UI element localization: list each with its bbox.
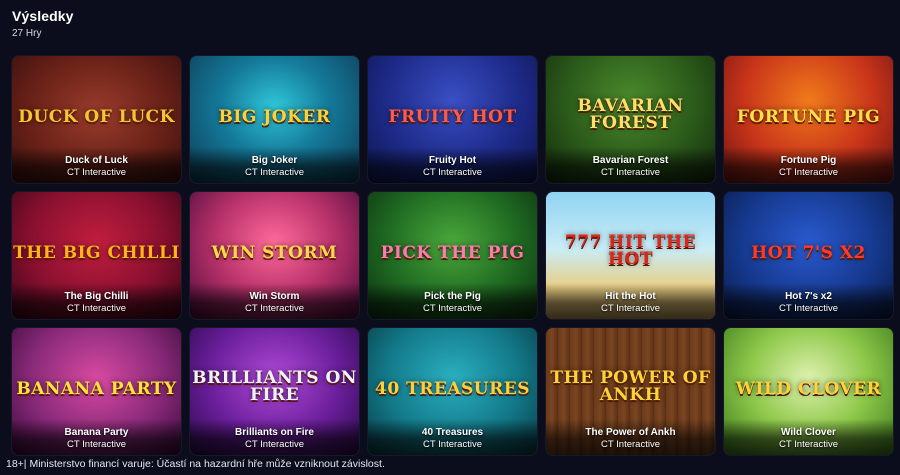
game-provider: CT Interactive <box>423 439 482 450</box>
game-provider: CT Interactive <box>67 167 126 178</box>
game-provider: CT Interactive <box>779 167 838 178</box>
game-provider: CT Interactive <box>245 303 304 314</box>
game-card[interactable]: THE POWER OF ANKH The Power of Ankh CT Int… <box>546 328 715 455</box>
game-provider: CT Interactive <box>245 439 304 450</box>
game-card[interactable]: WILD CLOVER Wild Clover CT Interactive <box>724 328 893 455</box>
game-title: Big Joker <box>251 155 298 166</box>
game-card[interactable]: THE BIG CHILLI The Big Chilli CT Interacti… <box>12 192 181 319</box>
game-card[interactable]: Bavarian Forest Bavarian Forest CT Interac… <box>546 56 715 183</box>
game-info: Fortune Pig CT Interactive <box>724 147 893 183</box>
game-title: Hit the Hot <box>605 291 656 302</box>
game-info: Bavarian Forest CT Interactive <box>546 147 715 183</box>
game-logo: BANANA PARTY <box>16 378 177 399</box>
game-card[interactable]: FORTUNE PIG Fortune Pig CT Interactive <box>724 56 893 183</box>
game-info: Wild Clover CT Interactive <box>724 419 893 455</box>
game-info: The Power of Ankh CT Interactive <box>546 419 715 455</box>
game-title: Win Storm <box>249 291 300 302</box>
game-title: Fortune Pig <box>780 155 837 166</box>
game-title: Bavarian Forest <box>592 155 669 166</box>
game-provider: CT Interactive <box>423 167 482 178</box>
gambling-warning: 18+| Ministerstvo financí varuje: Účastí… <box>6 458 385 470</box>
game-title: Pick the Pig <box>424 291 481 302</box>
game-card[interactable]: BIG JOKER Big Joker CT Interactive <box>190 56 359 183</box>
game-card[interactable]: FRUITY HOT Fruity Hot CT Interactive <box>368 56 537 183</box>
game-logo: 40 TREASURES <box>375 378 530 399</box>
game-logo: FRUITY HOT <box>388 106 517 127</box>
game-info: 40 Treasures CT Interactive <box>368 419 537 455</box>
game-logo: WIN STORM <box>211 242 338 263</box>
game-title: Wild Clover <box>781 427 836 438</box>
game-title: Fruity Hot <box>428 155 477 166</box>
game-info: Pick the Pig CT Interactive <box>368 283 537 319</box>
game-provider: CT Interactive <box>779 439 838 450</box>
game-logo: DUCK OF LUCK <box>18 106 175 127</box>
game-card[interactable]: BANANA PARTY Banana Party CT Interactive <box>12 328 181 455</box>
game-logo: THE POWER OF ANKH <box>550 367 711 406</box>
game-provider: CT Interactive <box>601 167 660 178</box>
game-info: Duck of Luck CT Interactive <box>12 147 181 183</box>
game-logo: HOT 7's x2 <box>751 242 866 263</box>
game-card[interactable]: 40 TREASURES 40 Treasures CT Interactive <box>368 328 537 455</box>
game-grid: DUCK OF LUCK Duck of Luck CT Interactive BI… <box>12 56 893 455</box>
game-provider: CT Interactive <box>601 439 660 450</box>
game-info: Fruity Hot CT Interactive <box>368 147 537 183</box>
game-info: Win Storm CT Interactive <box>190 283 359 319</box>
game-provider: CT Interactive <box>67 303 126 314</box>
game-provider: CT Interactive <box>245 167 304 178</box>
game-title: Duck of Luck <box>65 155 128 166</box>
game-title: Hot 7's x2 <box>785 291 832 302</box>
game-info: Hit the Hot CT Interactive <box>546 283 715 319</box>
game-logo: WILD CLOVER <box>735 378 882 399</box>
page-title: Výsledky <box>12 8 74 24</box>
game-title: 40 Treasures <box>421 427 484 438</box>
game-title: Brilliants on Fire <box>235 427 314 438</box>
game-info: The Big Chilli CT Interactive <box>12 283 181 319</box>
game-card[interactable]: DUCK OF LUCK Duck of Luck CT Interactive <box>12 56 181 183</box>
results-count: 27 Hry <box>12 28 42 39</box>
game-logo: Bavarian Forest <box>577 95 684 134</box>
game-info: Big Joker CT Interactive <box>190 147 359 183</box>
game-title: The Big Chilli <box>64 291 129 302</box>
game-info: Brilliants on Fire CT Interactive <box>190 419 359 455</box>
game-card[interactable]: WIN STORM Win Storm CT Interactive <box>190 192 359 319</box>
results-header: Výsledky 27 Hry <box>12 8 74 39</box>
game-provider: CT Interactive <box>423 303 482 314</box>
game-logo: 777 HIT THE HOT <box>564 231 697 270</box>
game-logo: BRILLIANTS ON FIRE <box>192 367 357 406</box>
game-provider: CT Interactive <box>601 303 660 314</box>
game-logo: THE BIG CHILLI <box>13 242 180 263</box>
game-card[interactable]: 777 HIT THE HOT Hit the Hot CT Interactive <box>546 192 715 319</box>
game-provider: CT Interactive <box>779 303 838 314</box>
game-card[interactable]: HOT 7's x2 Hot 7's x2 CT Interactive <box>724 192 893 319</box>
game-card[interactable]: BRILLIANTS ON FIRE Brilliants on Fire CT I… <box>190 328 359 455</box>
game-logo: BIG JOKER <box>218 106 331 127</box>
game-provider: CT Interactive <box>67 439 126 450</box>
game-title: Banana Party <box>64 427 129 438</box>
game-card[interactable]: PICK THE PIG Pick the Pig CT Interactive <box>368 192 537 319</box>
game-logo: PICK THE PIG <box>380 242 525 263</box>
game-title: The Power of Ankh <box>585 427 676 438</box>
game-logo: FORTUNE PIG <box>736 106 881 127</box>
game-info: Hot 7's x2 CT Interactive <box>724 283 893 319</box>
game-info: Banana Party CT Interactive <box>12 419 181 455</box>
